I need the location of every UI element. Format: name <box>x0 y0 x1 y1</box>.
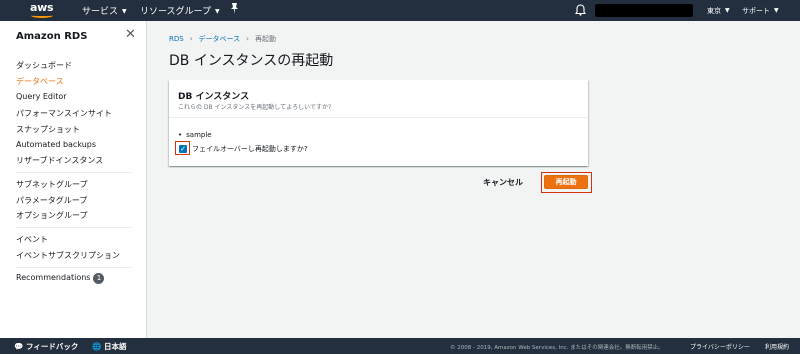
region-label: 東京 <box>707 7 721 15</box>
sidebar-divider <box>16 227 132 228</box>
aws-logo[interactable]: aws <box>30 1 56 19</box>
bell-icon[interactable] <box>574 4 587 17</box>
sidebar-title: Amazon RDS <box>16 31 88 42</box>
failover-checkbox-label[interactable]: フェイルオーバーし再起動しますか? <box>192 144 308 154</box>
resource-groups-menu[interactable]: リソースグループ ▼ <box>140 4 220 17</box>
support-label: サポート <box>742 7 770 15</box>
sidebar-item-reserved-instances[interactable]: リザーブドインスタンス <box>16 155 103 166</box>
breadcrumb: RDS › データベース › 再起動 <box>169 34 276 44</box>
chevron-down-icon: ▼ <box>215 8 220 15</box>
sidebar-divider <box>16 267 132 268</box>
sidebar-item-option-groups[interactable]: オプショングループ <box>16 210 88 221</box>
panel-header: DB インスタンス これらの DB インスタンスを再起動してよろしいですか? <box>169 80 588 118</box>
sidebar-item-automated-backups[interactable]: Automated backups <box>16 140 96 149</box>
sidebar-item-subnet-groups[interactable]: サブネットグループ <box>16 179 88 190</box>
sidebar-item-label: Recommendations <box>16 273 91 282</box>
chevron-down-icon: ▼ <box>725 7 730 14</box>
breadcrumb-link-rds[interactable]: RDS <box>169 35 184 43</box>
panel-subtitle: これらの DB インスタンスを再起動してよろしいですか? <box>178 104 332 111</box>
sidebar-item-event-subscriptions[interactable]: イベントサブスクリプション <box>16 250 120 261</box>
sidebar-item-snapshots[interactable]: スナップショット <box>16 124 80 135</box>
services-menu[interactable]: サービス ▼ <box>82 4 127 17</box>
resource-groups-label: リソースグループ <box>140 7 212 17</box>
reboot-button[interactable]: 再起動 <box>544 175 588 189</box>
recommendations-count-badge: 1 <box>93 273 105 284</box>
speech-bubble-icon: 💬 <box>14 342 24 351</box>
sidebar-item-performance-insights[interactable]: パフォーマンスインサイト <box>16 108 112 119</box>
breadcrumb-current: 再起動 <box>254 35 276 43</box>
top-nav: aws サービス ▼ リソースグループ ▼ 東京 ▼ サポート ▼ <box>0 0 800 21</box>
region-menu[interactable]: 東京 ▼ <box>707 6 730 16</box>
db-instance-panel: DB インスタンス これらの DB インスタンスを再起動してよろしいですか? s… <box>169 80 588 166</box>
instance-list-item: sample <box>178 131 211 139</box>
page-title: DB インスタンスの再起動 <box>169 53 334 69</box>
reboot-button-highlight: 再起動 <box>541 172 592 193</box>
sidebar-divider <box>16 172 132 173</box>
aws-smile-icon <box>31 13 53 18</box>
failover-checkbox[interactable]: ✓ <box>179 145 187 153</box>
privacy-policy-link[interactable]: プライバシーポリシー <box>690 342 750 351</box>
pin-icon[interactable] <box>230 3 239 17</box>
support-menu[interactable]: サポート ▼ <box>742 6 779 16</box>
account-menu[interactable] <box>595 4 693 17</box>
panel-title: DB インスタンス <box>178 92 250 102</box>
sidebar-item-databases[interactable]: データベース <box>16 76 64 87</box>
feedback-link[interactable]: 💬 フィードバック <box>14 341 78 352</box>
language-selector[interactable]: 🌐 日本語 <box>92 341 126 352</box>
services-label: サービス <box>82 7 119 17</box>
sidebar-item-parameter-groups[interactable]: パラメータグループ <box>16 195 87 206</box>
sidebar-item-query-editor[interactable]: Query Editor <box>16 92 67 101</box>
chevron-right-icon: › <box>246 35 249 43</box>
close-icon[interactable]: ✕ <box>125 27 136 42</box>
chevron-right-icon: › <box>189 35 193 43</box>
chevron-down-icon: ▼ <box>774 7 779 14</box>
language-label: 日本語 <box>103 342 127 351</box>
sidebar-item-dashboard[interactable]: ダッシュボード <box>16 60 72 71</box>
sidebar: Amazon RDS ✕ ダッシュボード データベース Query Editor… <box>0 21 147 338</box>
sidebar-item-recommendations[interactable]: Recommendations 1 <box>16 273 105 284</box>
breadcrumb-link-databases[interactable]: データベース <box>199 35 241 43</box>
terms-link[interactable]: 利用規約 <box>765 342 789 351</box>
copyright-text: © 2008 - 2019, Amazon Web Services, Inc.… <box>450 345 664 351</box>
globe-icon: 🌐 <box>92 342 102 351</box>
footer: 💬 フィードバック 🌐 日本語 © 2008 - 2019, Amazon We… <box>0 338 800 354</box>
chevron-down-icon: ▼ <box>122 8 127 15</box>
feedback-label: フィードバック <box>25 342 79 351</box>
sidebar-item-events[interactable]: イベント <box>16 234 48 245</box>
cancel-button[interactable]: キャンセル <box>483 177 523 188</box>
